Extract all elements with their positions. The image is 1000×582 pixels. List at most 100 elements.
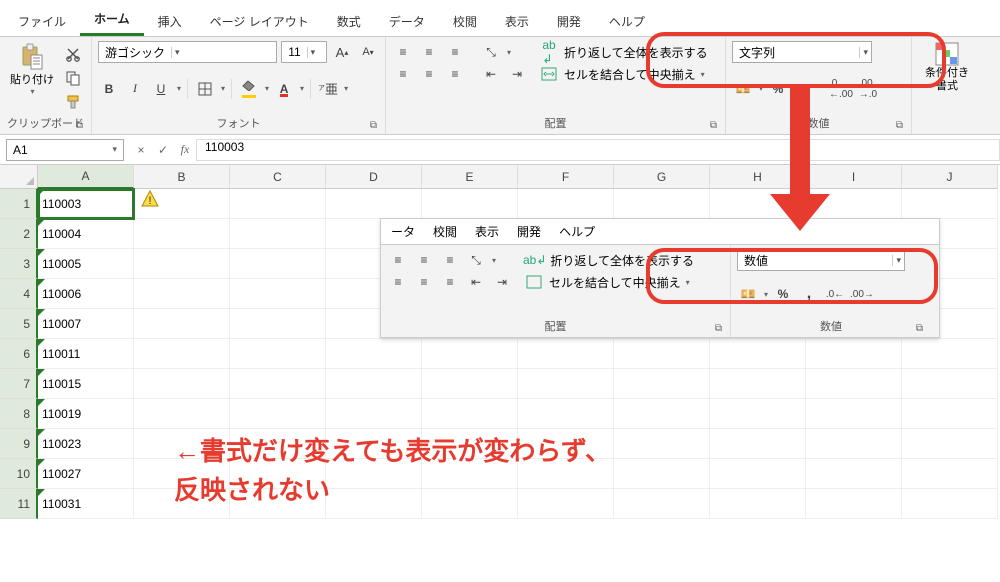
- percent-icon[interactable]: %: [772, 283, 794, 305]
- menu-item-ヘルプ[interactable]: ヘルプ: [559, 223, 595, 240]
- column-header-C[interactable]: C: [230, 165, 326, 189]
- increase-indent-icon[interactable]: ⇥: [491, 271, 513, 293]
- row-header-3[interactable]: 3: [0, 249, 38, 279]
- column-header-H[interactable]: H: [710, 165, 806, 189]
- align-center-icon[interactable]: ≡: [418, 63, 440, 85]
- align-bottom-icon[interactable]: ≡: [444, 41, 466, 63]
- cell-B4[interactable]: [134, 279, 230, 309]
- align-top-icon[interactable]: ≡: [392, 41, 414, 63]
- menu-item-校閲[interactable]: 校閲: [439, 9, 491, 36]
- cell-E1[interactable]: [422, 189, 518, 219]
- merge-center-button[interactable]: セルを結合して中央揃え▾: [523, 271, 694, 293]
- decrease-decimal-icon[interactable]: .00→: [850, 283, 874, 305]
- decrease-font-icon[interactable]: A▾: [357, 41, 379, 63]
- cell-D1[interactable]: [326, 189, 422, 219]
- row-header-7[interactable]: 7: [0, 369, 38, 399]
- column-header-I[interactable]: I: [806, 165, 902, 189]
- cell-H9[interactable]: [710, 429, 806, 459]
- menu-item-ヘルプ[interactable]: ヘルプ: [595, 9, 659, 36]
- cell-G1[interactable]: [614, 189, 710, 219]
- phonetic-icon[interactable]: ア亜: [317, 78, 339, 100]
- fill-color-icon[interactable]: [238, 78, 260, 100]
- cancel-formula-icon[interactable]: ×: [130, 143, 152, 157]
- cell-J7[interactable]: [902, 369, 998, 399]
- row-header-10[interactable]: 10: [0, 459, 38, 489]
- comma-icon[interactable]: ,: [798, 283, 820, 305]
- cell-J8[interactable]: [902, 399, 998, 429]
- column-header-A[interactable]: A: [38, 165, 134, 189]
- cell-C3[interactable]: [230, 249, 326, 279]
- dialog-launcher-icon[interactable]: ⧉: [916, 323, 923, 334]
- align-middle-icon[interactable]: ≡: [413, 249, 435, 271]
- increase-indent-icon[interactable]: ⇥: [506, 63, 528, 85]
- number-format-combo[interactable]: 文字列▾: [732, 41, 872, 63]
- cell-I1[interactable]: [806, 189, 902, 219]
- menu-item-数式[interactable]: 数式: [323, 9, 375, 36]
- enter-formula-icon[interactable]: ✓: [152, 143, 174, 157]
- cell-B6[interactable]: [134, 339, 230, 369]
- cell-J6[interactable]: [902, 339, 998, 369]
- cell-B2[interactable]: [134, 219, 230, 249]
- decrease-indent-icon[interactable]: ⇤: [465, 271, 487, 293]
- cut-icon[interactable]: [62, 43, 84, 65]
- menu-item-ホーム[interactable]: ホーム: [80, 6, 144, 36]
- cell-A5[interactable]: 110007: [38, 309, 134, 339]
- cell-H6[interactable]: [710, 339, 806, 369]
- percent-icon[interactable]: %: [767, 78, 789, 100]
- decrease-decimal-icon[interactable]: .00→.0: [857, 78, 879, 100]
- cell-A8[interactable]: 110019: [38, 399, 134, 429]
- cell-G8[interactable]: [614, 399, 710, 429]
- accounting-format-icon[interactable]: 💴: [732, 78, 754, 100]
- menu-item-開発[interactable]: 開発: [543, 9, 595, 36]
- cell-I10[interactable]: [806, 459, 902, 489]
- cell-B5[interactable]: [134, 309, 230, 339]
- accounting-format-icon[interactable]: 💴: [737, 283, 759, 305]
- column-header-D[interactable]: D: [326, 165, 422, 189]
- align-left-icon[interactable]: ≡: [387, 271, 409, 293]
- row-header-1[interactable]: 1: [0, 189, 38, 219]
- format-painter-icon[interactable]: [62, 91, 84, 113]
- underline-button[interactable]: U: [150, 78, 172, 100]
- menu-item-校閲[interactable]: 校閲: [433, 223, 457, 240]
- row-header-4[interactable]: 4: [0, 279, 38, 309]
- increase-font-icon[interactable]: A▴: [331, 41, 353, 63]
- cell-C5[interactable]: [230, 309, 326, 339]
- bold-button[interactable]: B: [98, 78, 120, 100]
- cell-B8[interactable]: [134, 399, 230, 429]
- cell-A4[interactable]: 110006: [38, 279, 134, 309]
- align-bottom-icon[interactable]: ≡: [439, 249, 461, 271]
- cell-C8[interactable]: [230, 399, 326, 429]
- cell-F1[interactable]: [518, 189, 614, 219]
- cell-A11[interactable]: 110031: [38, 489, 134, 519]
- cell-E7[interactable]: [422, 369, 518, 399]
- menu-item-ファイル[interactable]: ファイル: [4, 9, 80, 36]
- column-header-E[interactable]: E: [422, 165, 518, 189]
- column-header-J[interactable]: J: [902, 165, 998, 189]
- comma-icon[interactable]: ,: [793, 78, 815, 100]
- cell-A7[interactable]: 110015: [38, 369, 134, 399]
- increase-decimal-icon[interactable]: .0←.00: [829, 78, 853, 100]
- menu-item-ータ[interactable]: ータ: [391, 223, 415, 240]
- align-center-icon[interactable]: ≡: [413, 271, 435, 293]
- number-format-combo[interactable]: 数値▾: [737, 249, 905, 271]
- font-size-combo[interactable]: 11▾: [281, 41, 327, 63]
- merge-center-button[interactable]: セルを結合して中央揃え▾: [538, 63, 708, 85]
- cell-J10[interactable]: [902, 459, 998, 489]
- menu-item-挿入[interactable]: 挿入: [144, 9, 196, 36]
- cell-H11[interactable]: [710, 489, 806, 519]
- row-header-9[interactable]: 9: [0, 429, 38, 459]
- copy-icon[interactable]: [62, 67, 84, 89]
- cell-D7[interactable]: [326, 369, 422, 399]
- orientation-icon[interactable]: ⤡: [465, 249, 487, 271]
- name-box[interactable]: A1▾: [6, 139, 124, 161]
- cell-C1[interactable]: [230, 189, 326, 219]
- cell-J1[interactable]: [902, 189, 998, 219]
- error-warning-icon[interactable]: !: [140, 189, 160, 209]
- font-family-combo[interactable]: 游ゴシック▾: [98, 41, 277, 63]
- cell-E6[interactable]: [422, 339, 518, 369]
- cell-G6[interactable]: [614, 339, 710, 369]
- font-color-icon[interactable]: A: [273, 78, 295, 100]
- dialog-launcher-icon[interactable]: ⧉: [715, 323, 722, 334]
- fx-icon[interactable]: fx: [174, 142, 196, 157]
- align-middle-icon[interactable]: ≡: [418, 41, 440, 63]
